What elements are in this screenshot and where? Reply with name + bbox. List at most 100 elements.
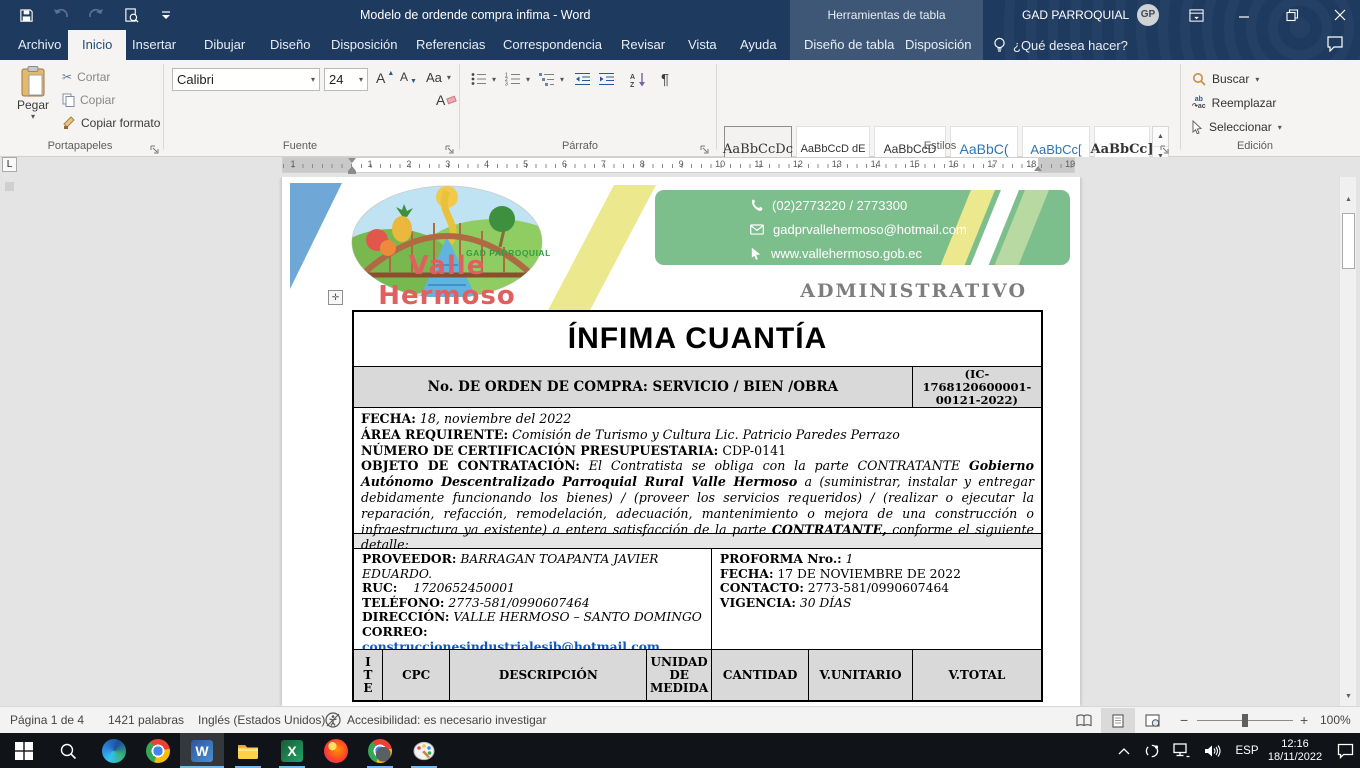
- comments-icon[interactable]: [1326, 35, 1344, 57]
- multilevel-list-button[interactable]: [536, 68, 558, 90]
- taskbar-clock[interactable]: 12:16 18/11/2022: [1262, 733, 1328, 768]
- numbering-dropdown-icon[interactable]: ▾: [523, 68, 533, 90]
- chrome-icon: [146, 739, 170, 763]
- tab-referencias[interactable]: Referencias: [412, 30, 489, 60]
- tab-inicio[interactable]: Inicio: [68, 30, 126, 60]
- save-icon[interactable]: [16, 5, 36, 25]
- tab-dibujar[interactable]: Dibujar: [200, 30, 249, 60]
- font-dialog-launcher[interactable]: [445, 142, 456, 153]
- zoom-slider-thumb[interactable]: [1242, 714, 1248, 727]
- tray-expand-button[interactable]: [1112, 733, 1136, 768]
- print-layout-button[interactable]: [1101, 708, 1135, 733]
- tab-archivo[interactable]: Archivo: [14, 30, 65, 60]
- horizontal-ruler[interactable]: 112345678910111213141516171819: [282, 157, 1075, 173]
- taskbar-edge-button[interactable]: [92, 733, 136, 768]
- close-button[interactable]: [1322, 0, 1358, 30]
- clipboard-dialog-launcher[interactable]: [150, 142, 161, 153]
- bullets-dropdown-icon[interactable]: ▾: [489, 68, 499, 90]
- shrink-font-button[interactable]: A▼: [400, 70, 420, 84]
- table-move-handle[interactable]: ✛: [328, 290, 343, 305]
- tab-correspondencia[interactable]: Correspondencia: [499, 30, 606, 60]
- network-tray-button[interactable]: [1168, 733, 1194, 768]
- paste-button[interactable]: Pegar ▾: [10, 66, 56, 121]
- bullets-button[interactable]: [468, 68, 490, 90]
- taskbar-excel-button[interactable]: X: [270, 733, 314, 768]
- vertical-scrollbar[interactable]: ▲ ▼: [1339, 177, 1356, 706]
- taskbar-explorer-button[interactable]: [226, 733, 270, 768]
- word-window: Herramientas de tabla Modelo de ordende …: [0, 0, 1360, 768]
- tab-disposicion[interactable]: Disposición: [327, 30, 401, 60]
- language-indicator[interactable]: Inglés (Estados Unidos): [198, 707, 325, 733]
- taskbar-search-button[interactable]: [46, 733, 90, 768]
- avatar[interactable]: GP: [1137, 4, 1159, 26]
- account-name[interactable]: GAD PARROQUIAL: [1022, 0, 1129, 30]
- scroll-up-icon[interactable]: ▲: [1341, 191, 1356, 207]
- taskbar-firefox-button[interactable]: [314, 733, 358, 768]
- paragraph-dialog-launcher[interactable]: [700, 142, 711, 153]
- web-layout-button[interactable]: [1135, 708, 1169, 733]
- redo-icon[interactable]: [86, 5, 106, 25]
- ribbon-display-options-button[interactable]: [1178, 0, 1214, 30]
- change-case-button[interactable]: Aa▾: [426, 70, 451, 85]
- font-family-select[interactable]: Calibri▾: [172, 68, 320, 91]
- font-size-select[interactable]: 24▾: [324, 68, 368, 91]
- scrollbar-thumb[interactable]: [1342, 213, 1355, 269]
- folder-icon: [237, 742, 259, 760]
- copy-button[interactable]: Copiar: [62, 93, 115, 107]
- page-indicator[interactable]: Página 1 de 4: [10, 707, 84, 733]
- taskbar-paint-button[interactable]: [402, 733, 446, 768]
- format-painter-button[interactable]: Copiar formato: [62, 116, 160, 130]
- paste-dropdown-icon[interactable]: ▾: [31, 112, 35, 121]
- tray-app-icon[interactable]: [1140, 733, 1164, 768]
- multilevel-dropdown-icon[interactable]: ▾: [557, 68, 567, 90]
- sort-button[interactable]: AZ: [626, 68, 652, 90]
- minimize-button[interactable]: [1226, 0, 1262, 30]
- taskbar-chrome-profile-button[interactable]: [358, 733, 402, 768]
- restore-button[interactable]: [1274, 0, 1310, 30]
- clear-formatting-button[interactable]: A: [436, 92, 456, 108]
- read-mode-button[interactable]: [1067, 708, 1101, 733]
- action-center-button[interactable]: [1332, 733, 1358, 768]
- taskbar-word-button[interactable]: W: [180, 733, 224, 768]
- tab-diseno-de-tabla[interactable]: Diseño de tabla: [800, 30, 898, 60]
- select-button[interactable]: Seleccionar▾: [1192, 116, 1282, 138]
- styles-dialog-launcher[interactable]: [1160, 142, 1171, 153]
- document-page[interactable]: GAD PARROQUIAL Valle Hermoso (02)2773220…: [282, 177, 1080, 706]
- cut-button[interactable]: ✂ Cortar: [62, 70, 110, 84]
- first-line-indent-marker[interactable]: [348, 158, 356, 163]
- zoom-out-button[interactable]: −: [1180, 707, 1188, 733]
- order-table[interactable]: ÍNFIMA CUANTÍA No. DE ORDEN DE COMPRA: S…: [352, 310, 1043, 702]
- scroll-down-icon[interactable]: ▼: [1341, 688, 1356, 704]
- tab-insertar[interactable]: Insertar: [128, 30, 180, 60]
- tab-vista[interactable]: Vista: [684, 30, 721, 60]
- provider-email-link[interactable]: construccionesindustrialesjb@hotmail.com: [362, 639, 660, 649]
- start-button[interactable]: [2, 733, 46, 768]
- qat-customize-icon[interactable]: [156, 5, 176, 25]
- print-preview-icon[interactable]: [121, 5, 141, 25]
- tab-stop-selector[interactable]: L: [2, 157, 17, 172]
- tab-diseno[interactable]: Diseño: [266, 30, 314, 60]
- language-indicator-tray[interactable]: ESP: [1232, 733, 1262, 768]
- word-count[interactable]: 1421 palabras: [108, 707, 184, 733]
- grow-font-button[interactable]: A▲: [376, 70, 397, 86]
- tab-revisar[interactable]: Revisar: [617, 30, 669, 60]
- right-indent-marker[interactable]: [1034, 166, 1042, 171]
- decrease-indent-button[interactable]: [572, 68, 594, 90]
- replace-button[interactable]: ab↷ac Reemplazar: [1192, 92, 1276, 114]
- tab-disposicion-tabla[interactable]: Disposición: [901, 30, 975, 60]
- volume-tray-button[interactable]: [1198, 733, 1226, 768]
- pilcrow-button[interactable]: ¶: [654, 68, 676, 90]
- find-button[interactable]: Buscar▾: [1192, 68, 1259, 90]
- numbering-button[interactable]: 123: [502, 68, 524, 90]
- taskbar-chrome-button[interactable]: [136, 733, 180, 768]
- zoom-in-button[interactable]: +: [1300, 707, 1308, 733]
- tab-ayuda[interactable]: Ayuda: [736, 30, 781, 60]
- contact-web: www.vallehermoso.gob.ec: [750, 244, 922, 262]
- zoom-level[interactable]: 100%: [1320, 707, 1351, 733]
- document-canvas[interactable]: GAD PARROQUIAL Valle Hermoso (02)2773220…: [0, 177, 1360, 706]
- left-indent-marker[interactable]: [348, 171, 356, 174]
- increase-indent-button[interactable]: [596, 68, 618, 90]
- tell-me-box[interactable]: ¿Qué desea hacer?: [993, 30, 1128, 60]
- undo-icon[interactable]: [51, 5, 71, 25]
- accessibility-status[interactable]: Accesibilidad: es necesario investigar: [325, 707, 546, 733]
